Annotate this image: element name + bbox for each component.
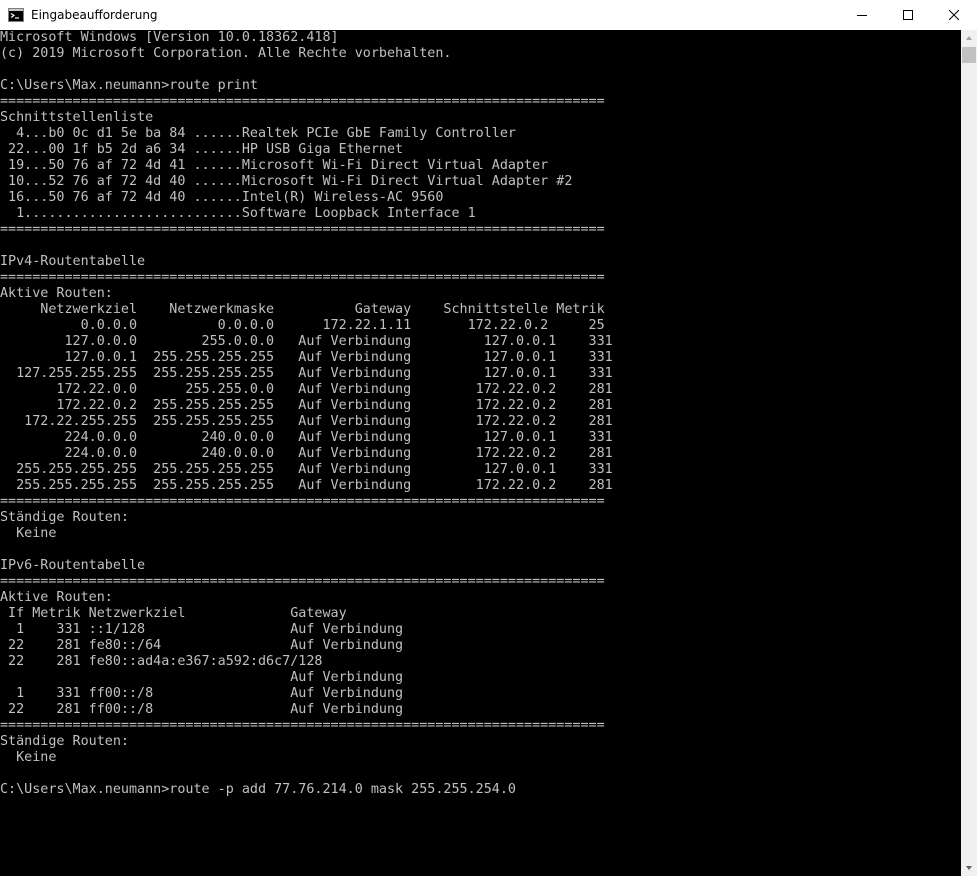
console-line: 1...........................Software Loo… xyxy=(0,206,476,221)
console-line: 1 331 ff00::/8 Auf Verbindung xyxy=(0,686,404,701)
cmd-icon xyxy=(8,7,24,23)
console-line: Aktive Routen: xyxy=(0,286,113,301)
console-line: 22 281 ff00::/8 Auf Verbindung xyxy=(0,702,404,717)
chevron-down-icon xyxy=(966,866,972,870)
console-line: Keine xyxy=(0,526,57,541)
maximize-icon xyxy=(903,10,913,20)
console-line: Netzwerkziel Netzwerkmaske Gateway Schni… xyxy=(0,302,605,317)
console-line: Keine xyxy=(0,750,57,765)
console-line: 4...b0 0c d1 5e ba 84 ......Realtek PCIe… xyxy=(0,126,516,141)
console-line: IPv4-Routentabelle xyxy=(0,254,146,269)
console-line: ========================================… xyxy=(0,574,605,589)
console-line: 22...00 1f b5 2d a6 34 ......HP USB Giga… xyxy=(0,142,404,157)
console-line: 224.0.0.0 240.0.0.0 Auf Verbindung 172.2… xyxy=(0,446,613,461)
console-line: 224.0.0.0 240.0.0.0 Auf Verbindung 127.0… xyxy=(0,430,613,445)
console-line: Aktive Routen: xyxy=(0,590,113,605)
minimize-button[interactable] xyxy=(839,0,885,30)
console-text: Microsoft Windows [Version 10.0.18362.41… xyxy=(0,30,961,798)
console-line: 172.22.255.255 255.255.255.255 Auf Verbi… xyxy=(0,414,613,429)
title-bar[interactable]: Eingabeaufforderung xyxy=(0,0,977,30)
console-line: 127.0.0.0 255.0.0.0 Auf Verbindung 127.0… xyxy=(0,334,613,349)
scroll-up-button[interactable] xyxy=(961,30,977,46)
chevron-up-icon xyxy=(966,36,972,40)
scroll-thumb[interactable] xyxy=(962,47,976,63)
console-line: 16...50 76 af 72 4d 40 ......Intel(R) Wi… xyxy=(0,190,444,205)
console-line: ========================================… xyxy=(0,270,605,285)
console-line: ========================================… xyxy=(0,718,605,733)
close-button[interactable] xyxy=(931,0,977,30)
console-line: Ständige Routen: xyxy=(0,510,129,525)
console-line: 0.0.0.0 0.0.0.0 172.22.1.11 172.22.0.2 2… xyxy=(0,318,605,333)
console-line: 172.22.0.0 255.255.0.0 Auf Verbindung 17… xyxy=(0,382,613,397)
console-line: Microsoft Windows [Version 10.0.18362.41… xyxy=(0,30,339,45)
console-line: 127.0.0.1 255.255.255.255 Auf Verbindung… xyxy=(0,350,613,365)
console-line: If Metrik Netzwerkziel Gateway xyxy=(0,606,347,621)
console-line: 127.255.255.255 255.255.255.255 Auf Verb… xyxy=(0,366,613,381)
console-line: 22 281 fe80::/64 Auf Verbindung xyxy=(0,638,404,653)
window-title: Eingabeaufforderung xyxy=(31,8,158,22)
console-line: ========================================… xyxy=(0,94,605,109)
minimize-icon xyxy=(857,15,867,16)
console-line: Auf Verbindung xyxy=(0,670,404,685)
vertical-scrollbar[interactable] xyxy=(961,30,977,876)
console-line: 255.255.255.255 255.255.255.255 Auf Verb… xyxy=(0,462,613,477)
console-line: 1 331 ::1/128 Auf Verbindung xyxy=(0,622,404,637)
console-output[interactable]: Microsoft Windows [Version 10.0.18362.41… xyxy=(0,30,961,876)
console-window: Eingabeaufforderung Microsoft Windows [V… xyxy=(0,0,977,876)
console-line: (c) 2019 Microsoft Corporation. Alle Rec… xyxy=(0,46,452,61)
scroll-down-button[interactable] xyxy=(961,860,977,876)
console-line: C:\Users\Max.neumann>route -p add 77.76.… xyxy=(0,782,516,797)
console-line: 10...52 76 af 72 4d 40 ......Microsoft W… xyxy=(0,174,573,189)
maximize-button[interactable] xyxy=(885,0,931,30)
console-line: Schnittstellenliste xyxy=(0,110,154,125)
console-line: C:\Users\Max.neumann>route print xyxy=(0,78,258,93)
console-line: IPv6-Routentabelle xyxy=(0,558,146,573)
console-line: ========================================… xyxy=(0,222,605,237)
console-line: 172.22.0.2 255.255.255.255 Auf Verbindun… xyxy=(0,398,613,413)
console-line: 22 281 fe80::ad4a:e367:a592:d6c7/128 xyxy=(0,654,323,669)
console-line: 19...50 76 af 72 4d 41 ......Microsoft W… xyxy=(0,158,549,173)
console-line: Ständige Routen: xyxy=(0,734,129,749)
close-icon xyxy=(949,10,959,20)
console-line: 255.255.255.255 255.255.255.255 Auf Verb… xyxy=(0,478,613,493)
caption-buttons xyxy=(839,0,977,30)
console-line: ========================================… xyxy=(0,494,605,509)
